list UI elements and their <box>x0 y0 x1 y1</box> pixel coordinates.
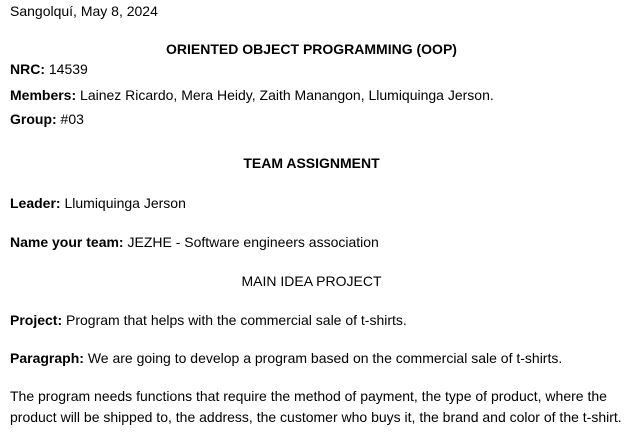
project-label: Project: <box>10 312 63 328</box>
members-value: Lainez Ricardo, Mera Heidy, Zaith Manang… <box>80 87 494 103</box>
team-name-value: JEZHE - Software engineers association <box>127 234 379 250</box>
body-paragraph: The program needs functions that require… <box>10 388 622 425</box>
leader-label: Leader: <box>10 195 61 211</box>
nrc-value: 14539 <box>48 61 88 77</box>
leader-value: Llumiquinga Jerson <box>64 195 186 211</box>
members-label: Members: <box>10 87 77 103</box>
project-line: Project: Program that helps with the com… <box>10 312 407 329</box>
nrc-line: NRC: 14539 <box>10 61 88 78</box>
nrc-label: NRC: <box>10 61 45 77</box>
team-name-line: Name your team: JEZHE - Software enginee… <box>10 234 379 251</box>
course-title: ORIENTED OBJECT PROGRAMMING (OOP) <box>166 41 457 57</box>
paragraph-value: We are going to develop a program based … <box>87 350 563 366</box>
team-assignment-title: TEAM ASSIGNMENT <box>243 155 380 171</box>
leader-line: Leader: Llumiquinga Jerson <box>10 195 186 212</box>
project-value: Program that helps with the commercial s… <box>66 312 407 328</box>
main-idea-title: MAIN IDEA PROJECT <box>241 273 382 289</box>
paragraph-label: Paragraph: <box>10 350 84 366</box>
team-name-label: Name your team: <box>10 234 124 250</box>
place-date: Sangolquí, May 8, 2024 <box>10 3 158 19</box>
document-page: Sangolquí, May 8, 2024 ORIENTED OBJECT P… <box>0 0 631 448</box>
members-line: Members: Lainez Ricardo, Mera Heidy, Zai… <box>10 87 494 104</box>
group-value: #03 <box>60 111 84 127</box>
group-label: Group: <box>10 111 57 127</box>
group-line: Group: #03 <box>10 111 84 128</box>
paragraph-line: Paragraph: We are going to develop a pro… <box>10 350 562 367</box>
